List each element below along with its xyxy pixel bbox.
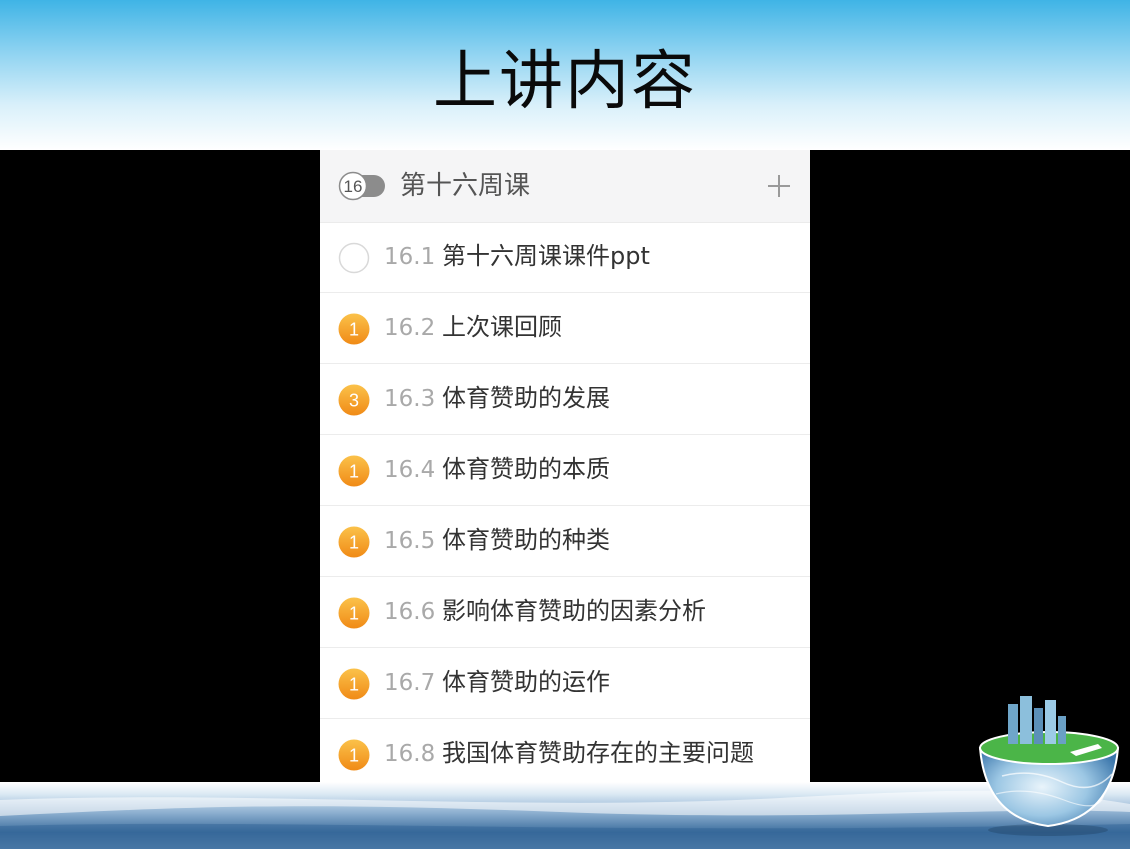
lesson-title: 体育赞助的运作 <box>442 668 610 696</box>
lesson-number: 16.6 <box>384 599 436 625</box>
lesson-title: 影响体育赞助的因素分析 <box>442 597 706 625</box>
task-count-badge-icon: 1 <box>338 668 370 700</box>
course-panel: 16 第十六周课 + 16.1 第十六周课课件ppt 1 16.2 上次课回顾 <box>320 150 810 782</box>
empty-circle-icon <box>338 242 370 274</box>
lesson-number: 16.1 <box>384 244 436 270</box>
lesson-title: 体育赞助的本质 <box>442 455 610 483</box>
svg-text:1: 1 <box>349 604 359 624</box>
slide-header: 上讲内容 <box>0 0 1130 150</box>
task-count-badge-icon: 1 <box>338 313 370 345</box>
plus-icon[interactable]: + <box>767 174 791 198</box>
lesson-number: 16.3 <box>384 386 436 412</box>
task-count-badge-icon: 1 <box>338 455 370 487</box>
lesson-number: 16.7 <box>384 670 436 696</box>
chapter-badge-icon: 16 <box>338 171 385 201</box>
lesson-title: 我国体育赞助存在的主要问题 <box>442 739 754 767</box>
svg-text:3: 3 <box>349 391 359 411</box>
lesson-number: 16.5 <box>384 528 436 554</box>
svg-text:1: 1 <box>349 462 359 482</box>
lesson-title: 上次课回顾 <box>442 313 562 341</box>
slide-footer <box>0 782 1130 849</box>
task-count-badge-icon: 3 <box>338 384 370 416</box>
lesson-row[interactable]: 1 16.2 上次课回顾 <box>320 293 810 364</box>
lesson-row[interactable]: 1 16.7 体育赞助的运作 <box>320 648 810 719</box>
lesson-row[interactable]: 3 16.3 体育赞助的发展 <box>320 364 810 435</box>
lesson-number: 16.4 <box>384 457 436 483</box>
lesson-row[interactable]: 1 16.8 我国体育赞助存在的主要问题 <box>320 719 810 782</box>
lesson-title: 第十六周课课件ppt <box>442 242 650 270</box>
lesson-title: 体育赞助的发展 <box>442 384 610 412</box>
task-count-badge-icon: 1 <box>338 526 370 558</box>
globe-city-icon <box>978 696 1120 836</box>
lesson-row[interactable]: 1 16.6 影响体育赞助的因素分析 <box>320 577 810 648</box>
task-count-badge-icon: 1 <box>338 597 370 629</box>
lesson-row[interactable]: 16.1 第十六周课课件ppt <box>320 222 810 293</box>
slide-title: 上讲内容 <box>433 45 697 119</box>
svg-text:1: 1 <box>349 675 359 695</box>
task-count-badge-icon: 1 <box>338 739 370 771</box>
chapter-badge-number: 16 <box>344 177 363 196</box>
svg-text:1: 1 <box>349 746 359 766</box>
lesson-row[interactable]: 1 16.5 体育赞助的种类 <box>320 506 810 577</box>
svg-text:1: 1 <box>349 533 359 553</box>
lesson-title: 体育赞助的种类 <box>442 526 610 554</box>
lesson-row[interactable]: 1 16.4 体育赞助的本质 <box>320 435 810 506</box>
chapter-header[interactable]: 16 第十六周课 + <box>320 150 810 223</box>
chapter-title: 第十六周课 <box>400 171 531 201</box>
footer-wave-decoration <box>0 790 1130 849</box>
svg-text:1: 1 <box>349 320 359 340</box>
lesson-number: 16.2 <box>384 315 436 341</box>
lesson-number: 16.8 <box>384 741 436 767</box>
lesson-list: 16.1 第十六周课课件ppt 1 16.2 上次课回顾 3 16.3 体育赞助… <box>320 222 810 782</box>
